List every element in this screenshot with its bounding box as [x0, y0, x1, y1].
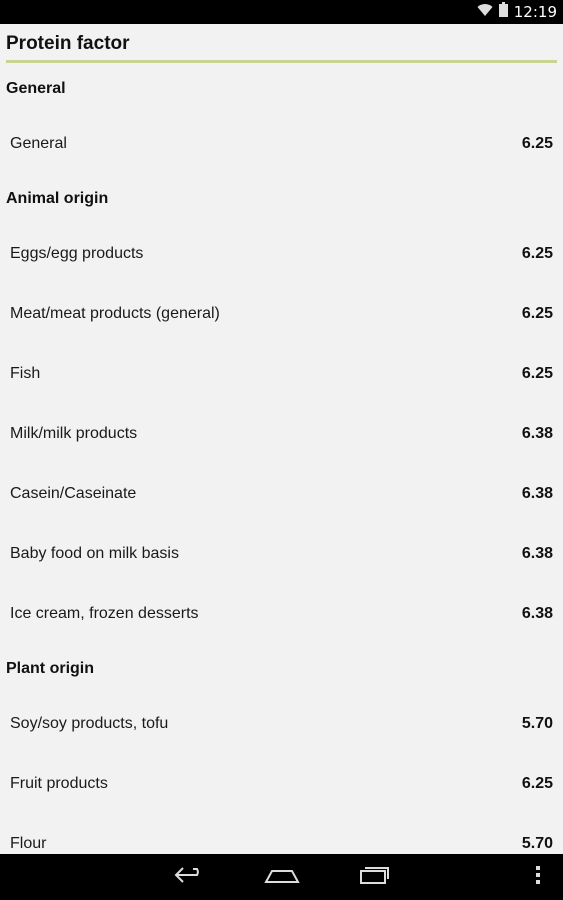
list-item[interactable]: Soy/soy products, tofu 5.70 — [0, 694, 563, 754]
list-item[interactable]: Baby food on milk basis 6.38 — [0, 524, 563, 584]
item-value: 5.70 — [521, 835, 553, 852]
status-icons: 12:19 — [477, 0, 557, 24]
list-item[interactable]: General 6.25 — [0, 114, 563, 174]
item-value: 6.38 — [521, 425, 553, 442]
item-value: 6.38 — [521, 605, 553, 622]
item-label: Casein/Caseinate — [10, 485, 137, 502]
home-button[interactable] — [252, 854, 312, 900]
item-label: Ice cream, frozen desserts — [10, 605, 199, 622]
item-label: Fruit products — [10, 775, 108, 792]
section-header-general: General — [6, 80, 66, 97]
home-icon — [264, 865, 300, 890]
status-bar: 12:19 — [0, 0, 563, 24]
list-item[interactable]: Milk/milk products 6.38 — [0, 404, 563, 464]
item-value: 6.25 — [521, 135, 553, 152]
back-icon — [173, 865, 207, 890]
item-value: 6.38 — [521, 485, 553, 502]
list-item[interactable]: Meat/meat products (general) 6.25 — [0, 284, 563, 344]
section-header-animal-origin: Animal origin — [6, 190, 109, 207]
page-title: Protein factor — [6, 33, 130, 54]
item-value: 6.25 — [521, 305, 553, 322]
item-value: 6.25 — [521, 365, 553, 382]
item-label: Eggs/egg products — [10, 245, 144, 262]
item-label: Flour — [10, 835, 47, 852]
list-item[interactable]: Casein/Caseinate 6.38 — [0, 464, 563, 524]
item-value: 6.25 — [521, 775, 553, 792]
wifi-icon — [477, 3, 493, 22]
status-time: 12:19 — [513, 3, 557, 21]
section-header-plant-origin: Plant origin — [6, 660, 94, 677]
header-divider — [6, 60, 557, 63]
back-button[interactable] — [160, 854, 220, 900]
overflow-menu-button[interactable] — [520, 854, 556, 900]
recent-apps-icon — [358, 865, 390, 890]
list-item[interactable]: Fruit products 6.25 — [0, 754, 563, 814]
recent-apps-button[interactable] — [344, 854, 404, 900]
protein-factor-list[interactable]: General General 6.25 Animal origin Eggs/… — [0, 64, 563, 854]
item-value: 6.25 — [521, 245, 553, 262]
overflow-menu-icon — [535, 865, 541, 890]
item-value: 6.38 — [521, 545, 553, 562]
list-item[interactable]: Ice cream, frozen desserts 6.38 — [0, 584, 563, 644]
navigation-bar — [0, 854, 563, 900]
item-label: Baby food on milk basis — [10, 545, 179, 562]
list-item[interactable]: Eggs/egg products 6.25 — [0, 224, 563, 284]
list-item[interactable]: Fish 6.25 — [0, 344, 563, 404]
item-label: Meat/meat products (general) — [10, 305, 220, 322]
list-item[interactable]: Flour 5.70 — [0, 814, 563, 854]
item-label: Soy/soy products, tofu — [10, 715, 169, 732]
app-header: Protein factor — [0, 24, 563, 64]
item-label: Fish — [10, 365, 41, 382]
item-label: Milk/milk products — [10, 425, 138, 442]
item-value: 5.70 — [521, 715, 553, 732]
battery-icon — [498, 2, 508, 22]
item-label: General — [10, 135, 67, 152]
